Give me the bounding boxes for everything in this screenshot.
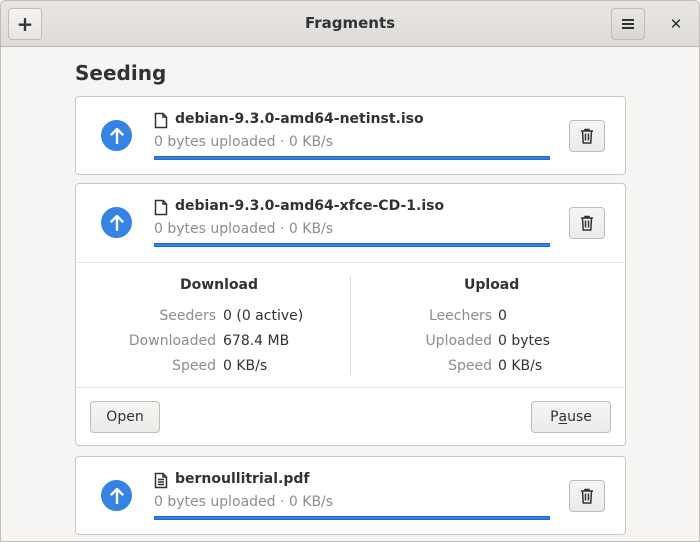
menu-button[interactable] [611, 8, 645, 40]
remove-torrent-button[interactable] [569, 120, 605, 152]
torrent-name: debian-9.3.0-amd64-xfce-CD-1.iso [175, 198, 445, 214]
trash-icon [581, 215, 593, 231]
leechers-value: 0 [498, 308, 507, 324]
trash-icon [581, 488, 593, 504]
torrent-card: bernoullitrial.pdf 0 bytes uploaded · 0 … [75, 456, 626, 535]
pause-label-mnemonic: a [558, 409, 568, 425]
progress-bar [154, 156, 550, 160]
leechers-label: Leechers [428, 308, 492, 324]
torrent-status: 0 bytes uploaded · 0 KB/s [154, 494, 334, 510]
header-bar: + Fragments ✕ [1, 1, 699, 47]
uploaded-value: 0 bytes [498, 333, 550, 349]
trash-icon [581, 128, 593, 144]
document-icon [154, 112, 168, 129]
text-document-icon [154, 472, 168, 489]
progress-fill [154, 243, 550, 247]
pause-button[interactable]: Pa use [531, 401, 611, 433]
app-window: + Fragments ✕ Seeding debian-9.3.0-amd64… [0, 0, 700, 542]
torrent-name: bernoullitrial.pdf [175, 471, 310, 487]
torrent-card: debian-9.3.0-amd64-netinst.iso 0 bytes u… [75, 96, 626, 175]
upload-status-icon [101, 207, 132, 238]
hamburger-icon [622, 19, 634, 29]
seeders-label: Seeders [159, 308, 216, 324]
torrent-status: 0 bytes uploaded · 0 KB/s [154, 221, 334, 237]
torrent-row[interactable]: debian-9.3.0-amd64-xfce-CD-1.iso 0 bytes… [76, 184, 625, 262]
column-divider [350, 276, 351, 375]
pause-label-start: P [550, 409, 559, 425]
progress-fill [154, 156, 550, 160]
torrent-status: 0 bytes uploaded · 0 KB/s [154, 134, 334, 150]
pause-label-end: use [567, 409, 592, 425]
torrent-card-expanded: debian-9.3.0-amd64-xfce-CD-1.iso 0 bytes… [75, 183, 626, 446]
torrent-row[interactable]: bernoullitrial.pdf 0 bytes uploaded · 0 … [76, 457, 625, 535]
close-icon: ✕ [669, 15, 683, 33]
progress-bar [154, 516, 550, 520]
torrent-name: debian-9.3.0-amd64-netinst.iso [175, 111, 424, 127]
download-heading: Download [180, 277, 259, 293]
section-title: Seeding [75, 61, 167, 85]
download-speed-label: Speed [172, 358, 216, 374]
upload-speed-label: Speed [448, 358, 492, 374]
downloaded-label: Downloaded [128, 333, 216, 349]
seeders-value: 0 (0 active) [223, 308, 304, 324]
uploaded-label: Uploaded [425, 333, 492, 349]
progress-fill [154, 516, 550, 520]
window-title: Fragments [304, 14, 396, 32]
torrent-details: Download Upload Seeders 0 (0 active) Dow… [76, 262, 625, 387]
downloaded-value: 678.4 MB [223, 333, 290, 349]
close-button[interactable]: ✕ [661, 8, 691, 40]
remove-torrent-button[interactable] [569, 480, 605, 512]
document-icon [154, 199, 168, 216]
remove-torrent-button[interactable] [569, 207, 605, 239]
upload-status-icon [101, 120, 132, 151]
upload-speed-value: 0 KB/s [498, 358, 543, 374]
torrent-row[interactable]: debian-9.3.0-amd64-netinst.iso 0 bytes u… [76, 97, 625, 175]
upload-status-icon [101, 480, 132, 511]
upload-heading: Upload [464, 277, 520, 293]
progress-bar [154, 243, 550, 247]
open-button[interactable]: Open [90, 401, 160, 433]
download-speed-value: 0 KB/s [223, 358, 268, 374]
torrent-actions: Open Pa use [76, 387, 625, 447]
